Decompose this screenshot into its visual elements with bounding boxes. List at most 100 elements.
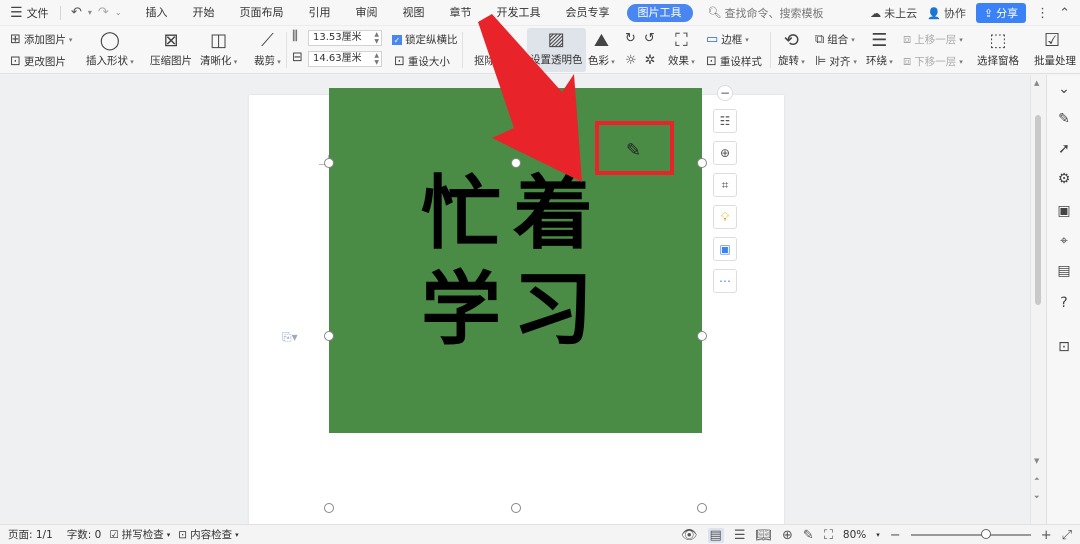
page-view-icon[interactable]: ▤ — [707, 527, 724, 543]
fit-page-icon[interactable]: ⛶ — [824, 528, 833, 543]
word-count[interactable]: 字数: 0 — [67, 527, 102, 542]
crop-button[interactable]: ⟋ 裁剪 ▾ — [254, 29, 281, 68]
edit-icon[interactable]: ✎ — [1056, 111, 1072, 127]
eye-protection-icon[interactable]: 👁︎ — [681, 528, 698, 543]
help-icon[interactable]: ? — [1056, 295, 1072, 311]
bring-forward-button[interactable]: ⧈ 上移一层 ▾ — [903, 32, 963, 47]
zoom-slider[interactable] — [910, 529, 1031, 539]
tab-references[interactable]: 引用 — [301, 4, 339, 22]
customize-toolbar-icon[interactable]: ⌄ — [115, 8, 122, 17]
zoom-level[interactable]: 80% — [843, 529, 866, 541]
expand-panel-icon[interactable]: ⌄ — [1056, 81, 1072, 97]
tab-picture-tools[interactable]: 图片工具 — [626, 3, 693, 22]
cloud-status-label: 未上云 — [884, 7, 918, 20]
file-menu[interactable]: ☰ 文件 — [0, 5, 56, 21]
brightness-up-icon[interactable]: ☼ — [625, 54, 637, 67]
send-backward-button[interactable]: ⧈ 下移一层 ▾ — [903, 54, 963, 69]
spell-check-button[interactable]: ☑ 拼写检查 ▾ — [109, 527, 170, 542]
lightbulb-icon[interactable]: 💡︎ — [713, 205, 737, 229]
tab-view[interactable]: 视图 — [395, 4, 433, 22]
change-picture-button[interactable]: ⊡ 更改图片 — [10, 54, 66, 69]
tab-insert[interactable]: 插入 — [138, 4, 176, 22]
collapse-ribbon-icon[interactable]: ⌃ — [1059, 6, 1070, 21]
tab-home[interactable]: 开始 — [185, 4, 223, 22]
zoom-slider-knob[interactable] — [980, 529, 991, 539]
more-icon[interactable]: ⋯ — [713, 269, 737, 293]
location-icon[interactable]: ⌖ — [1056, 233, 1072, 249]
height-spinner[interactable]: ▲ ▼ — [374, 31, 379, 45]
resize-handle-bottom-right[interactable] — [697, 503, 707, 513]
layout-options-icon[interactable]: ☷ — [713, 109, 737, 133]
fullscreen-icon[interactable]: ⤢ — [1062, 528, 1072, 543]
add-picture-button[interactable]: ⊞ 添加图片 ▾ — [10, 32, 72, 47]
prev-page-icon[interactable]: ⏶ — [1034, 475, 1040, 484]
border-label: 边框 — [721, 34, 743, 46]
tab-review[interactable]: 审阅 — [348, 4, 386, 22]
resize-handle-left[interactable] — [324, 331, 334, 341]
select-cursor-icon[interactable]: ➚ — [1056, 141, 1072, 157]
content-check-button[interactable]: ⊡ 内容检查 ▾ — [178, 527, 238, 542]
share-button[interactable]: ⇪ 分享 — [975, 3, 1027, 23]
insert-shape-button[interactable]: ◯ 插入形状 ▾ — [86, 29, 134, 68]
undo-icon[interactable]: ↶ — [71, 5, 82, 20]
next-page-icon[interactable]: ⏷ — [1034, 493, 1040, 502]
zoom-in-icon[interactable]: + — [1041, 528, 1052, 543]
search-placeholder: 查找命令、搜索模板 — [724, 6, 824, 20]
outline-view-icon[interactable]: ☰ — [734, 528, 746, 543]
scroll-up-icon[interactable]: ▲ — [1034, 79, 1039, 87]
width-spinner[interactable]: ▲ ▼ — [374, 52, 379, 66]
sharpen-button[interactable]: ◫ 清晰化 ▾ — [200, 29, 237, 68]
rotate-button[interactable]: ⟲ 旋转 ▾ — [778, 29, 805, 68]
scroll-down-icon[interactable]: ▼ — [1034, 457, 1039, 465]
quick-access: ↶ ▾ ↷ ⌄ — [65, 5, 128, 20]
reset-size-icon: ⊡ — [394, 54, 405, 69]
scrollbar-thumb[interactable] — [1035, 115, 1041, 305]
height-input[interactable]: 13.53厘米 ▲ ▼ — [308, 30, 382, 46]
lock-aspect-ratio-label: 锁定纵横比 — [405, 34, 458, 46]
lock-aspect-ratio-checkbox[interactable]: ✓ 锁定纵横比 — [392, 32, 458, 47]
border-button[interactable]: ▭ 边框 ▾ — [706, 32, 749, 47]
write-view-icon[interactable]: ✎ — [803, 528, 814, 543]
collaborate-button[interactable]: 👤 协作 — [927, 5, 966, 21]
paragraph-layout-icon[interactable]: ⎘▾ — [282, 330, 298, 345]
zoom-out-icon[interactable]: − — [890, 528, 901, 543]
reading-view-icon[interactable]: 📖︎ — [755, 528, 772, 543]
align-button[interactable]: ⊫ 对齐 ▾ — [815, 54, 857, 69]
rotate-right-icon[interactable]: ↻ — [625, 32, 636, 45]
resize-handle-top-right[interactable] — [697, 158, 707, 168]
insert-shape-label: 插入形状 — [86, 55, 128, 67]
group-button[interactable]: ⧉ 组合 ▾ — [815, 32, 855, 47]
redo-icon[interactable]: ↷ — [98, 5, 109, 20]
shape-icon: ◯ — [99, 30, 120, 51]
compress-picture-button[interactable]: ⊠ 压缩图片 — [150, 29, 192, 68]
book-icon[interactable]: ▤ — [1056, 263, 1072, 279]
vertical-scrollbar[interactable]: ▲ ▼ ⏶ ⏷ — [1030, 75, 1046, 524]
reset-style-button[interactable]: ⊡ 重设样式 — [706, 54, 762, 69]
tab-page-layout[interactable]: 页面布局 — [232, 4, 292, 22]
picture-gallery-icon[interactable]: ⊡ — [1056, 339, 1072, 355]
web-view-icon[interactable]: ⊕ — [782, 528, 793, 543]
resize-handle-bottom-left[interactable] — [324, 503, 334, 513]
width-input[interactable]: 14.63厘米 ▲ ▼ — [308, 51, 382, 67]
brightness-down-icon[interactable]: ✲ — [645, 54, 656, 67]
more-options-icon[interactable]: ⋮ — [1036, 6, 1049, 21]
resize-handle-top-left[interactable] — [324, 158, 334, 168]
reset-size-button[interactable]: ⊡ 重设大小 — [394, 54, 450, 69]
page-indicator[interactable]: 页面: 1/1 — [8, 527, 53, 542]
zoom-in-icon[interactable]: ⊕ — [713, 141, 737, 165]
batch-process-button[interactable]: ☑ 批量处理 — [1034, 29, 1080, 68]
rotate-left-icon[interactable]: ↺ — [644, 32, 655, 45]
wrap-text-button[interactable]: ☰ 环绕 ▾ — [866, 29, 893, 68]
image-panel-icon[interactable]: ▣ — [1056, 203, 1072, 219]
effects-button[interactable]: ⛶ 效果 ▾ — [668, 29, 695, 68]
resize-handle-bottom[interactable] — [511, 503, 521, 513]
selection-pane-button[interactable]: ⬚ 选择窗格 — [977, 29, 1019, 68]
crop-icon[interactable]: ⌗ — [713, 173, 737, 197]
resize-handle-right[interactable] — [697, 331, 707, 341]
collapse-toolbar-icon[interactable]: − — [717, 85, 733, 101]
cloud-status[interactable]: ☁ 未上云 — [870, 5, 917, 21]
image-to-text-icon[interactable]: ▣ — [713, 237, 737, 261]
settings-sliders-icon[interactable]: ⚙ — [1056, 171, 1072, 187]
command-search[interactable]: 🔍︎ 查找命令、搜索模板 — [708, 5, 824, 21]
undo-dropdown-icon[interactable]: ▾ — [88, 8, 92, 17]
